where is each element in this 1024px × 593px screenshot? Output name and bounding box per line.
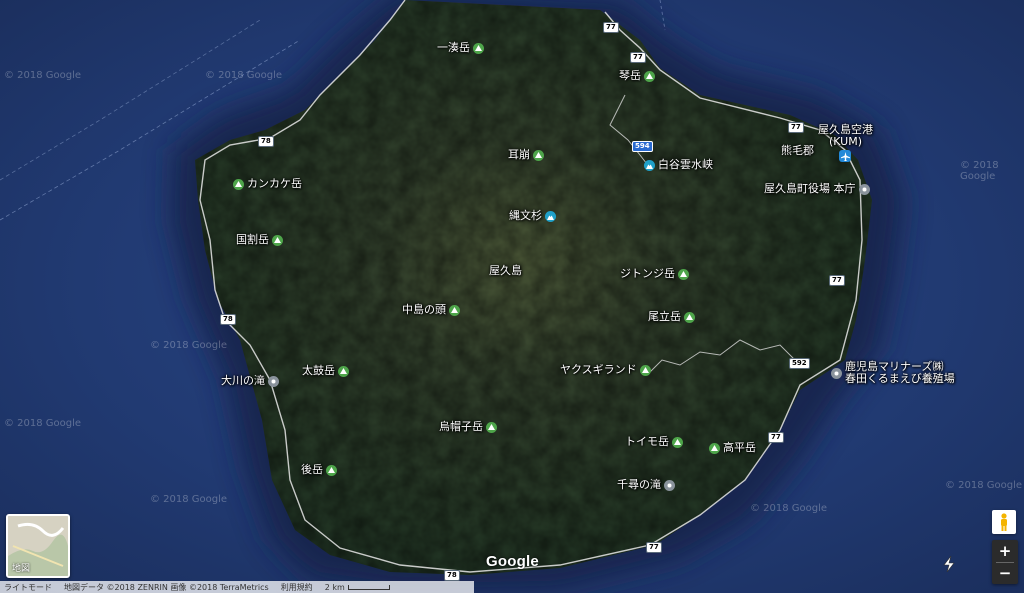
pin-icon bbox=[858, 183, 870, 195]
route-shield: 594 bbox=[632, 141, 653, 152]
island-name: 屋久島 bbox=[489, 264, 522, 277]
mountain-label[interactable]: カンカケ岳 bbox=[233, 178, 302, 190]
pin-icon bbox=[831, 367, 842, 379]
compass-icon[interactable] bbox=[942, 556, 956, 572]
park-icon bbox=[644, 159, 655, 171]
mountain-label[interactable]: 高平岳 bbox=[709, 442, 756, 454]
poi-label[interactable]: 屋久島町役場 本庁 bbox=[764, 183, 870, 195]
mountain-label[interactable]: 烏帽子岳 bbox=[439, 421, 497, 433]
route-shield: 592 bbox=[789, 358, 810, 369]
airport-label[interactable]: 屋久島空港 (KUM) bbox=[818, 124, 873, 148]
watermark: © 2018 Google bbox=[750, 503, 828, 514]
route-shield: 77 bbox=[768, 432, 784, 443]
light-mode-link[interactable]: ライトモード bbox=[4, 582, 52, 593]
mountain-icon bbox=[709, 442, 720, 454]
watermark: © 2018 Google bbox=[4, 70, 82, 81]
thumbnail-label: 地図 bbox=[12, 564, 31, 574]
mountain-icon bbox=[326, 464, 337, 476]
route-shield: 77 bbox=[646, 542, 662, 553]
mountain-label[interactable]: 中島の頭 bbox=[402, 304, 460, 316]
airplane-icon[interactable] bbox=[839, 150, 851, 162]
map-layer-toggle[interactable]: 地図 bbox=[6, 514, 70, 578]
route-shield: 78 bbox=[220, 314, 236, 325]
district-name: 熊毛郡 bbox=[781, 144, 814, 157]
attribution-text: 地図データ ©2018 ZENRIN 画像 ©2018 TerraMetrics bbox=[64, 582, 269, 592]
pegman-icon bbox=[1001, 513, 1007, 531]
zoom-out-button[interactable]: − bbox=[992, 563, 1018, 585]
route-shield: 77 bbox=[630, 52, 646, 63]
route-shield: 77 bbox=[788, 122, 804, 133]
route-shield: 77 bbox=[603, 22, 619, 33]
mountain-icon bbox=[272, 234, 283, 246]
route-shield: 77 bbox=[829, 275, 845, 286]
mountain-icon bbox=[486, 421, 497, 433]
scale-indicator: 2 km bbox=[325, 583, 390, 592]
zoom-control: + − bbox=[992, 540, 1018, 584]
attribution-bar: ライトモード 地図データ ©2018 ZENRIN 画像 ©2018 Terra… bbox=[0, 581, 474, 593]
pin-icon bbox=[664, 479, 675, 491]
mountain-label[interactable]: 一湊岳 bbox=[437, 42, 484, 54]
mountain-label[interactable]: 琴岳 bbox=[619, 70, 655, 82]
mountain-label[interactable]: 太鼓岳 bbox=[302, 365, 349, 377]
poi-label[interactable]: 千尋の滝 bbox=[617, 479, 675, 491]
mountain-icon bbox=[473, 42, 484, 54]
mountain-label[interactable]: トイモ岳 bbox=[625, 436, 683, 448]
mountain-label[interactable]: 後岳 bbox=[301, 464, 337, 476]
watermark: © 2018 Google bbox=[960, 160, 999, 182]
mountain-icon bbox=[644, 70, 655, 82]
route-shield: 78 bbox=[444, 570, 460, 581]
mountain-label[interactable]: ヤクスギランド bbox=[560, 364, 651, 376]
park-label[interactable]: 縄文杉 bbox=[509, 210, 556, 222]
park-label[interactable]: 白谷雲水峡 bbox=[644, 159, 713, 171]
poi-label[interactable]: 大川の滝 bbox=[221, 375, 279, 387]
watermark: © 2018 Google bbox=[945, 480, 1023, 491]
mountain-icon bbox=[449, 304, 460, 316]
watermark: © 2018 Google bbox=[150, 340, 228, 351]
zoom-in-button[interactable]: + bbox=[992, 540, 1018, 562]
mountain-icon bbox=[672, 436, 683, 448]
mountain-icon bbox=[678, 268, 689, 280]
mountain-label[interactable]: 耳崩 bbox=[508, 149, 544, 161]
mountain-icon bbox=[533, 149, 544, 161]
mountain-icon bbox=[684, 311, 695, 323]
route-shield: 78 bbox=[258, 136, 274, 147]
terms-link[interactable]: 利用規約 bbox=[281, 582, 313, 593]
mountain-icon bbox=[338, 365, 349, 377]
watermark: © 2018 Google bbox=[205, 70, 283, 81]
watermark: © 2018 Google bbox=[4, 418, 82, 429]
watermark: © 2018 Google bbox=[150, 494, 228, 505]
mountain-icon bbox=[233, 178, 244, 190]
poi-label[interactable]: 鹿児島マリナーズ㈱ 春田くるまえび養殖場 bbox=[831, 361, 955, 385]
pin-icon bbox=[268, 375, 279, 387]
google-logo: Google bbox=[486, 553, 539, 570]
mountain-label[interactable]: ジトンジ岳 bbox=[620, 268, 689, 280]
mountain-icon bbox=[639, 364, 651, 376]
park-icon bbox=[545, 210, 556, 222]
mountain-label[interactable]: 国割岳 bbox=[236, 234, 283, 246]
scale-bar bbox=[347, 584, 390, 590]
street-view-pegman[interactable] bbox=[992, 510, 1016, 534]
mountain-label[interactable]: 尾立岳 bbox=[648, 311, 695, 323]
